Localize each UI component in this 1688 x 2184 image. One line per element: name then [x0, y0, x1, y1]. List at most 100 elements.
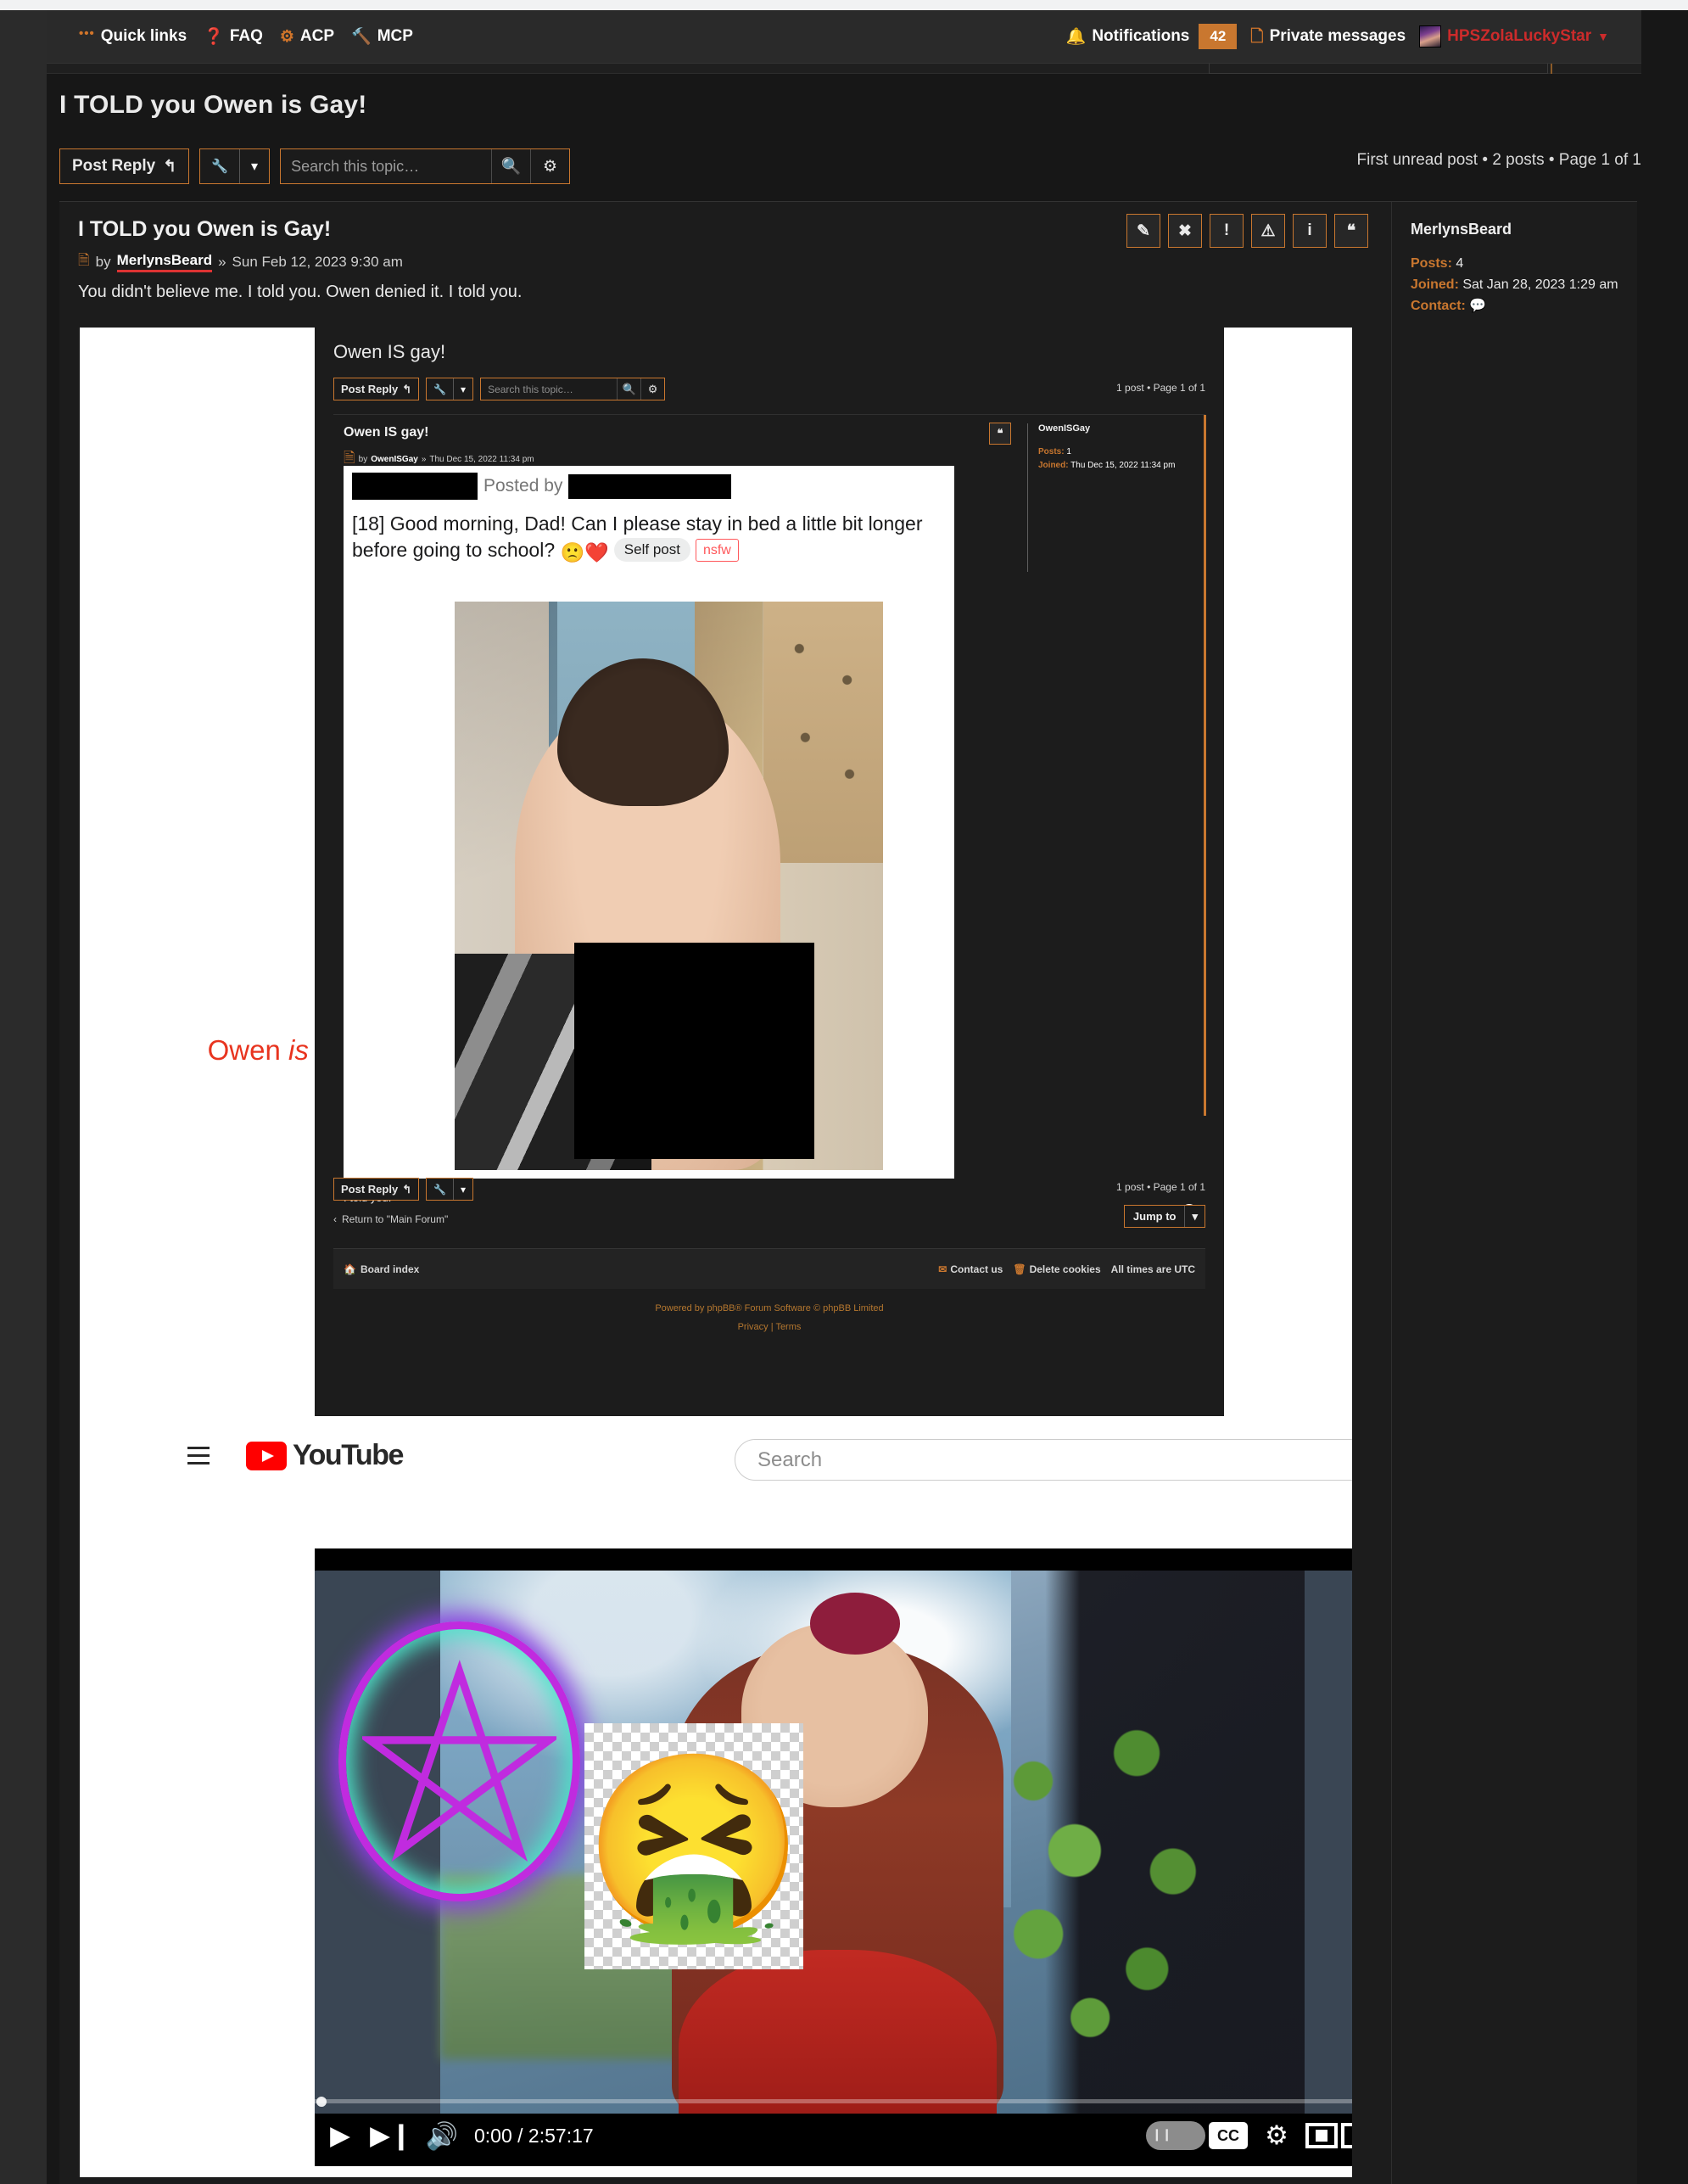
delete-icon[interactable]: ✖	[1168, 214, 1202, 248]
inner-post-reply-label-bottom: Post Reply	[341, 1183, 399, 1196]
post-author-link[interactable]: MerlynsBeard	[116, 252, 213, 272]
hamburger-menu-icon[interactable]	[187, 1447, 210, 1464]
top-navigation-bar: ••• Quick links ❓ FAQ ⚙ ACP 🔨 MCP 🔔 Noti…	[47, 10, 1641, 64]
inner-posts-label: Posts:	[1038, 447, 1065, 456]
inner-post-author-link[interactable]: OwenISGay	[371, 455, 418, 464]
reddit-card-header: Posted by	[352, 473, 732, 500]
delete-cookies-link[interactable]: 🗑 Delete cookies	[1013, 1263, 1100, 1275]
inner-profile-posts-row: Posts: 1	[1038, 445, 1197, 459]
search-icon: 🔍	[622, 382, 636, 395]
terms-link[interactable]: Terms	[775, 1322, 801, 1332]
secondary-bar-tick	[1551, 64, 1552, 74]
search-options-button[interactable]: ⚙	[530, 149, 569, 183]
delete-glyph: ✖	[1178, 221, 1192, 240]
quick-links-menu[interactable]: ••• Quick links	[79, 27, 187, 46]
search-icon: 🔍	[500, 158, 522, 176]
inner-quote-icon[interactable]: ❝	[989, 423, 1011, 445]
profile-username[interactable]: MerlynsBeard	[1411, 221, 1637, 238]
video-plant	[975, 1711, 1236, 2059]
inner-profile-name[interactable]: OwenISGay	[1038, 423, 1197, 434]
inner-search-group: 🔍 ⚙	[480, 378, 666, 400]
post-byline: 🗎 by MerlynsBeard » Sun Feb 12, 2023 9:3…	[78, 249, 403, 274]
post-text: You didn't believe me. I told you. Owen …	[78, 283, 523, 301]
gears-icon: ⚙	[279, 27, 294, 46]
inner-action-bar: Post Reply ↰ 🔧 ▾ 🔍 ⚙	[333, 378, 666, 400]
user-menu[interactable]: HPSZolaLuckyStar ▼	[1419, 25, 1609, 48]
inner-search-input[interactable]	[481, 378, 618, 400]
report-icon[interactable]: !	[1210, 214, 1244, 248]
youtube-wordmark: YouTube	[293, 1439, 404, 1471]
left-gutter	[0, 10, 47, 2184]
embedded-screenshot: Owen is gay! Owen IS gay! Post Reply ↰ 🔧…	[80, 328, 1352, 2177]
inner-topic-tools-button-bottom[interactable]: 🔧 ▾	[426, 1178, 474, 1201]
miniplayer-icon[interactable]	[1305, 2123, 1338, 2148]
theater-icon[interactable]	[1341, 2123, 1352, 2148]
private-messages-link[interactable]: 🗋 Private messages	[1250, 27, 1406, 46]
inner-joined-label: Joined:	[1038, 461, 1069, 470]
captions-icon[interactable]: CC	[1209, 2122, 1248, 2149]
privacy-link[interactable]: Privacy	[738, 1322, 769, 1332]
wrench-icon: 🔧	[433, 383, 447, 395]
by-label: by	[95, 253, 111, 270]
post-reply-button[interactable]: Post Reply ↰	[59, 148, 190, 184]
inner-post-reply-button-bottom[interactable]: Post Reply ↰	[333, 1178, 420, 1201]
post-reply-label: Post Reply	[72, 157, 156, 175]
topic-action-bar: Post Reply ↰ 🔧 ▾ 🔍 ⚙	[59, 148, 571, 184]
inner-return-link[interactable]: ‹ Return to "Main Forum"	[333, 1213, 448, 1225]
inner-profile-panel: OwenISGay Posts: 1 Joined: Thu Dec 15, 2…	[1027, 423, 1197, 572]
quote-icon[interactable]: ❝	[1334, 214, 1368, 248]
play-icon[interactable]: ▶	[315, 2120, 366, 2151]
profile-posts-row: Posts: 4	[1411, 254, 1637, 275]
inner-topic-tools-button[interactable]: 🔧 ▾	[426, 378, 474, 400]
youtube-logo[interactable]: YouTube	[246, 1439, 404, 1472]
autoplay-toggle[interactable]	[1146, 2121, 1205, 2150]
board-index-label: Board index	[360, 1263, 420, 1275]
chevron-down-icon: ▾	[453, 1179, 472, 1200]
faq-link[interactable]: ❓ FAQ	[204, 27, 263, 46]
mcp-link[interactable]: 🔨 MCP	[351, 27, 413, 46]
profile-posts-label: Posts:	[1411, 256, 1452, 271]
inner-post-reply-button[interactable]: Post Reply ↰	[333, 378, 420, 400]
redacted-subreddit	[352, 473, 478, 500]
inner-pager-top: 1 post • Page 1 of 1	[1116, 382, 1205, 394]
reply-arrow-icon: ↰	[402, 382, 412, 395]
dots-icon: •••	[79, 25, 95, 41]
warn-icon[interactable]: ⚠	[1251, 214, 1285, 248]
acp-link[interactable]: ⚙ ACP	[280, 27, 334, 46]
byline-separator: »	[218, 253, 226, 270]
person-shirt	[679, 1950, 998, 2114]
quote-glyph: ❝	[1346, 221, 1356, 240]
youtube-search-input[interactable]	[757, 1448, 1352, 1472]
settings-icon[interactable]: ⚙	[1251, 2120, 1302, 2151]
video-progress-bar[interactable]	[315, 2099, 1352, 2103]
secondary-bar	[47, 64, 1641, 74]
notifications-badge: 42	[1199, 24, 1238, 49]
info-icon[interactable]: i	[1293, 214, 1327, 248]
message-bubble-icon[interactable]: 💬	[1469, 299, 1486, 313]
search-input[interactable]	[281, 149, 492, 183]
inner-forum-screenshot: Owen IS gay! Post Reply ↰ 🔧 ▾ 🔍 ⚙	[315, 328, 1224, 1416]
search-submit-button[interactable]: 🔍	[491, 149, 530, 183]
next-icon[interactable]: ▶❙	[366, 2120, 416, 2151]
info-glyph: i	[1307, 221, 1312, 239]
post-date: Sun Feb 12, 2023 9:30 am	[232, 253, 403, 270]
edit-icon[interactable]: ✎	[1126, 214, 1160, 248]
inner-search-options-button[interactable]: ⚙	[640, 378, 664, 400]
youtube-video-player[interactable]: 🤮 ▶ ▶❙ 🔊 0:00 / 2:57:17 CC ⚙	[315, 1548, 1352, 2166]
chevron-down-icon: ▾	[453, 378, 472, 400]
jump-to-label: Jump to	[1132, 1210, 1177, 1223]
profile-stats: Posts: 4 Joined: Sat Jan 28, 2023 1:29 a…	[1411, 254, 1637, 316]
volume-icon[interactable]: 🔊	[416, 2120, 467, 2152]
inner-profile-stats: Posts: 1 Joined: Thu Dec 15, 2022 11:34 …	[1038, 445, 1197, 473]
chevron-down-icon: ▾	[1184, 1206, 1205, 1227]
envelope-icon: ✉	[938, 1263, 947, 1275]
jump-to-dropdown[interactable]: Jump to ▾	[1123, 1205, 1205, 1228]
contact-us-link[interactable]: ✉ Contact us	[938, 1263, 1003, 1275]
gear-icon: ⚙	[543, 157, 558, 176]
board-index-link[interactable]: 🏠 Board index	[344, 1263, 419, 1275]
first-unread-link[interactable]: First unread post	[1357, 151, 1478, 169]
inner-search-submit-button[interactable]: 🔍	[617, 378, 640, 400]
notifications-link[interactable]: 🔔 Notifications 42	[1066, 24, 1238, 49]
photo-pegboard	[763, 602, 883, 864]
topic-tools-button[interactable]: 🔧 ▾	[199, 148, 271, 184]
